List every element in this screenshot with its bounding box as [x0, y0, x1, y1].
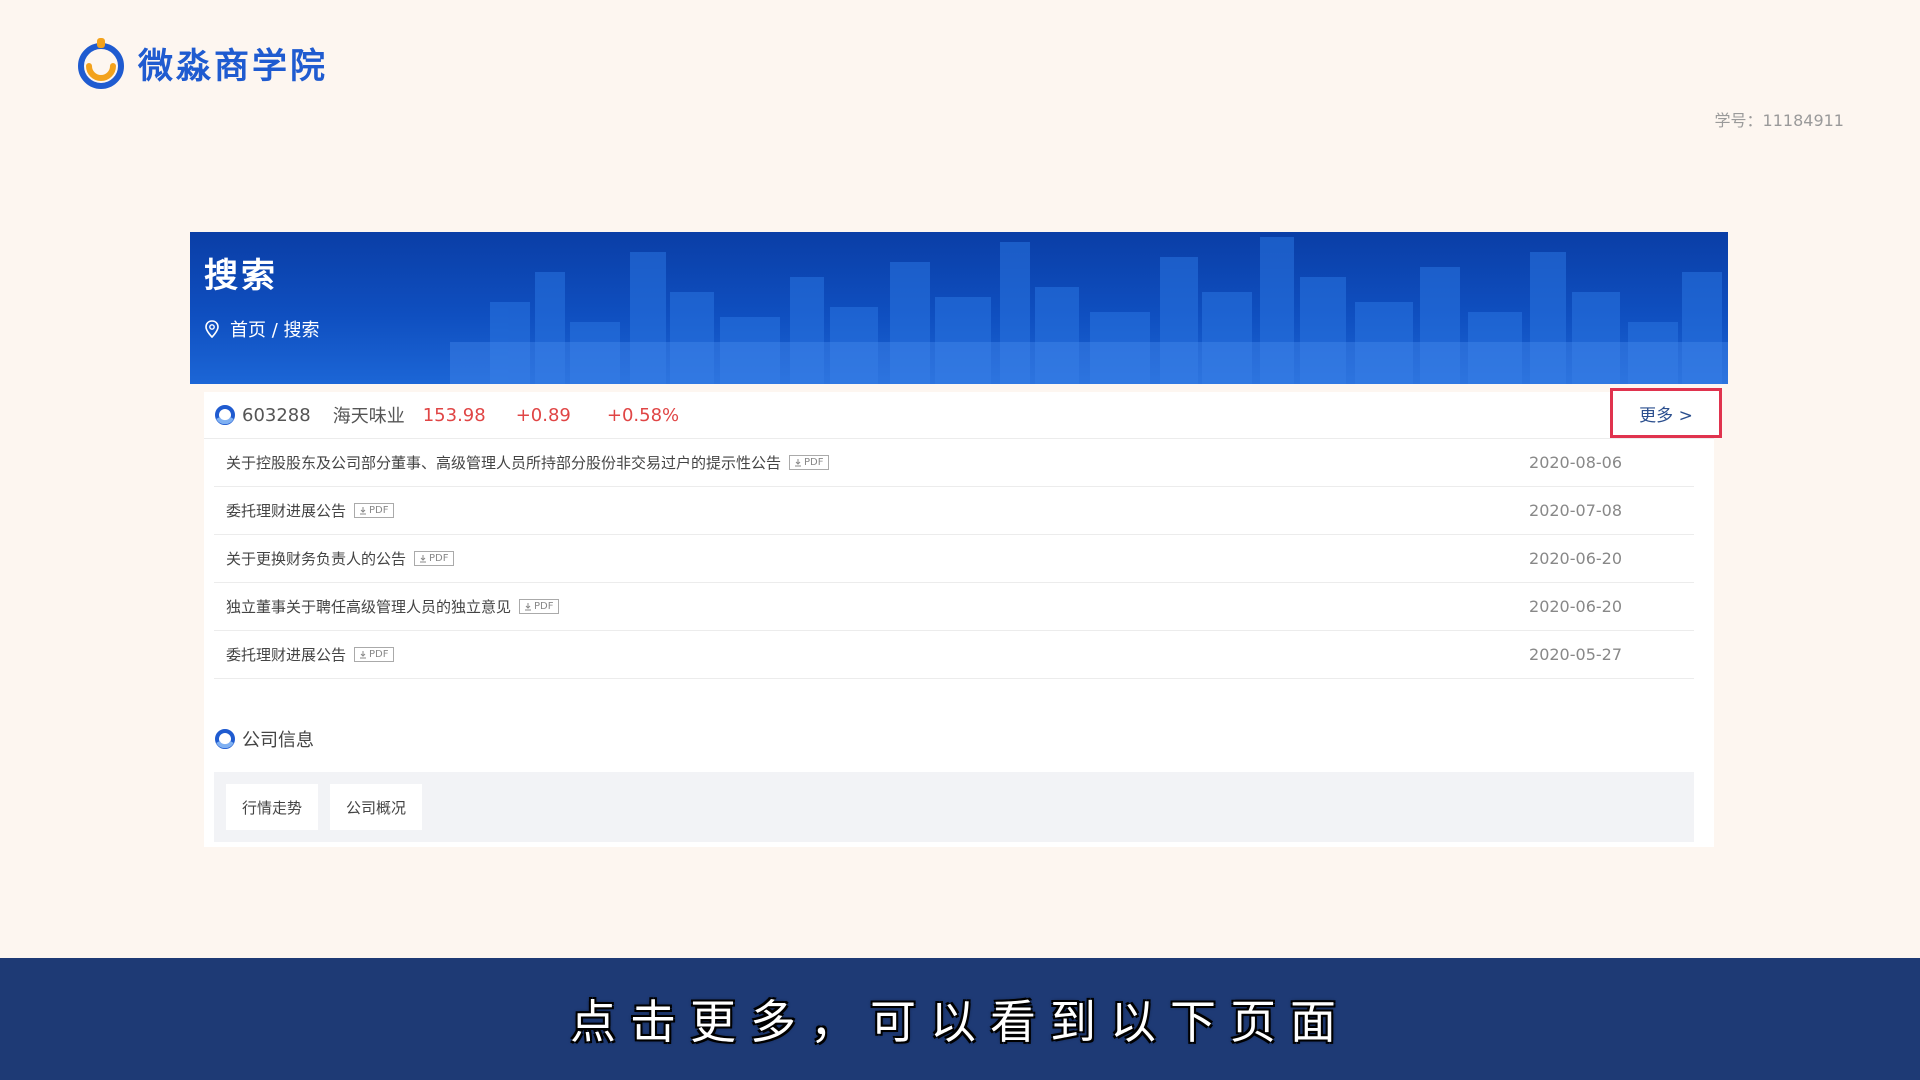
pdf-icon	[525, 603, 532, 611]
notice-date: 2020-06-20	[1529, 549, 1622, 568]
company-tabs: 行情走势 公司概况	[214, 772, 1694, 842]
search-panel: 搜索 首页 / 搜索 603288 海天味业 153.98 +0.89 +0.5…	[190, 232, 1728, 847]
subtitle-text: 点击更多，可以看到以下页面	[570, 995, 1350, 1049]
subtitle-bar: 点击更多，可以看到以下页面	[0, 958, 1920, 1080]
pdf-icon	[360, 651, 367, 659]
city-skyline-graphic	[450, 237, 1728, 384]
brand-logo: 微淼商学院	[76, 36, 328, 90]
company-info-header: 公司信息	[204, 724, 314, 754]
result-card: 603288 海天味业 153.98 +0.89 +0.58% 更多 > 关于控…	[204, 388, 1722, 847]
student-id: 学号：11184911	[1714, 111, 1844, 130]
notice-row[interactable]: 关于更换财务负责人的公告 PDF 2020-06-20	[214, 535, 1694, 583]
breadcrumb-text[interactable]: 首页 / 搜索	[230, 316, 320, 342]
notice-list: 关于控股股东及公司部分董事、高级管理人员所持部分股份非交易过户的提示性公告 PDF…	[214, 439, 1694, 679]
more-button[interactable]: 更多 >	[1610, 388, 1722, 438]
notice-date: 2020-08-06	[1529, 453, 1622, 472]
pdf-badge[interactable]: PDF	[519, 599, 559, 614]
pdf-icon	[360, 507, 367, 515]
pdf-badge[interactable]: PDF	[414, 551, 454, 566]
pdf-label: PDF	[369, 649, 389, 660]
location-pin-icon	[205, 320, 219, 338]
notice-left: 独立董事关于聘任高级管理人员的独立意见 PDF	[226, 596, 559, 617]
notice-row[interactable]: 委托理财进展公告 PDF 2020-07-08	[214, 487, 1694, 535]
stock-quote-row: 603288 海天味业 153.98 +0.89 +0.58% 更多 >	[204, 388, 1722, 439]
logo-icon	[78, 38, 124, 89]
notice-left: 委托理财进展公告 PDF	[226, 644, 394, 665]
notice-date: 2020-05-27	[1529, 645, 1622, 664]
notice-row[interactable]: 关于控股股东及公司部分董事、高级管理人员所持部分股份非交易过户的提示性公告 PDF…	[214, 439, 1694, 487]
notice-row[interactable]: 独立董事关于聘任高级管理人员的独立意见 PDF 2020-06-20	[214, 583, 1694, 631]
notice-title[interactable]: 委托理财进展公告	[226, 500, 346, 521]
breadcrumb: 首页 / 搜索	[204, 316, 320, 342]
stock-change: +0.89	[515, 404, 571, 426]
pdf-icon	[795, 459, 802, 467]
stock-change-pct: +0.58%	[606, 404, 680, 426]
notice-title[interactable]: 关于控股股东及公司部分董事、高级管理人员所持部分股份非交易过户的提示性公告	[226, 452, 781, 473]
page-title: 搜索	[204, 256, 278, 296]
pdf-label: PDF	[804, 457, 824, 468]
notice-left: 关于控股股东及公司部分董事、高级管理人员所持部分股份非交易过户的提示性公告 PDF	[226, 452, 829, 473]
company-info-label: 公司信息	[242, 730, 314, 751]
notice-title[interactable]: 关于更换财务负责人的公告	[226, 548, 406, 569]
notice-left: 关于更换财务负责人的公告 PDF	[226, 548, 454, 569]
pdf-icon	[420, 555, 427, 563]
notice-date: 2020-07-08	[1529, 501, 1622, 520]
stock-code[interactable]: 603288	[242, 405, 311, 426]
pdf-label: PDF	[534, 601, 554, 612]
search-banner: 搜索 首页 / 搜索	[190, 232, 1728, 384]
notice-row[interactable]: 委托理财进展公告 PDF 2020-05-27	[214, 631, 1694, 679]
pdf-label: PDF	[369, 505, 389, 516]
ring-icon	[215, 729, 235, 749]
stock-price: 153.98	[422, 404, 486, 426]
pdf-badge[interactable]: PDF	[354, 503, 394, 518]
stock-name[interactable]: 海天味业	[333, 402, 405, 428]
notice-left: 委托理财进展公告 PDF	[226, 500, 394, 521]
notice-date: 2020-06-20	[1529, 597, 1622, 616]
logo-text: 微淼商学院	[138, 46, 329, 87]
pdf-badge[interactable]: PDF	[354, 647, 394, 662]
notice-title[interactable]: 委托理财进展公告	[226, 644, 346, 665]
pdf-label: PDF	[429, 553, 449, 564]
ring-icon	[215, 405, 235, 425]
pdf-badge[interactable]: PDF	[789, 455, 829, 470]
tab-market-trend[interactable]: 行情走势	[226, 784, 319, 830]
tab-company-overview[interactable]: 公司概况	[330, 784, 423, 830]
notice-title[interactable]: 独立董事关于聘任高级管理人员的独立意见	[226, 596, 511, 617]
